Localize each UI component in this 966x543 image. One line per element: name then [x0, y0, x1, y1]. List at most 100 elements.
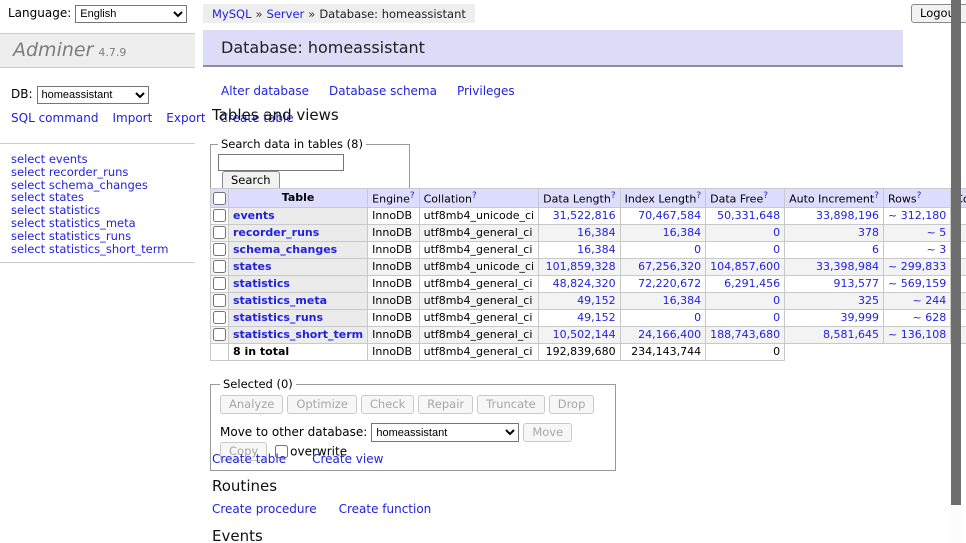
rows-value[interactable]: ~ 244 [912, 294, 946, 307]
truncate-button[interactable]: Truncate [477, 395, 545, 414]
check-button[interactable]: Check [361, 395, 414, 414]
row-checkbox[interactable] [213, 209, 226, 222]
routine-links-row: Create procedure Create function [212, 502, 453, 516]
rows-value[interactable]: ~ 3 [926, 243, 946, 256]
auto-increment-value[interactable]: 8,581,645 [823, 328, 879, 341]
analyze-button[interactable]: Analyze [220, 395, 283, 414]
move-button[interactable]: Move [523, 423, 572, 442]
auto-increment-value[interactable]: 39,999 [841, 311, 880, 324]
table-link-statistics_runs[interactable]: statistics_runs [233, 311, 323, 324]
create-table-link[interactable]: Create table [212, 452, 286, 466]
breadcrumb-server[interactable]: Server [267, 7, 305, 21]
data-free-value[interactable]: 0 [773, 311, 780, 324]
table-link-statistics_meta[interactable]: statistics_meta [233, 294, 327, 307]
index-length-value[interactable]: 0 [694, 311, 701, 324]
data-free-value[interactable]: 0 [773, 294, 780, 307]
table-link-recorder_runs[interactable]: recorder_runs [233, 226, 319, 239]
row-checkbox[interactable] [213, 328, 226, 341]
engine-cell: InnoDB [368, 275, 419, 292]
sidebar-action-export[interactable]: Export [166, 111, 205, 125]
sidebar-item-events[interactable]: select events [11, 153, 168, 166]
rows-value[interactable]: ~ 136,108 [888, 328, 946, 341]
row-checkbox[interactable] [213, 277, 226, 290]
column-help-link[interactable]: ? [472, 191, 477, 201]
subnav-database-schema[interactable]: Database schema [329, 84, 437, 98]
row-checkbox[interactable] [213, 294, 226, 307]
drop-button[interactable]: Drop [549, 395, 595, 414]
data-length-value[interactable]: 101,859,328 [546, 260, 616, 273]
row-checkbox[interactable] [213, 226, 226, 239]
table-link-schema_changes[interactable]: schema_changes [233, 243, 337, 256]
language-select[interactable]: English [75, 5, 187, 23]
index-length-value[interactable]: 24,166,400 [638, 328, 701, 341]
data-length-value[interactable]: 48,824,320 [553, 277, 616, 290]
breadcrumb: MySQL»Server»Database: homeassistant [203, 4, 475, 23]
search-input[interactable] [218, 154, 344, 171]
data-free-value[interactable]: 0 [773, 226, 780, 239]
data-length-value[interactable]: 10,502,144 [553, 328, 616, 341]
data-length-value[interactable]: 16,384 [577, 243, 616, 256]
sidebar-action-sql-command[interactable]: SQL command [11, 111, 98, 125]
index-length-value[interactable]: 70,467,584 [638, 209, 701, 222]
index-length-value[interactable]: 16,384 [663, 226, 702, 239]
scrollbar-thumb[interactable] [951, 0, 961, 505]
column-help-link[interactable]: ? [611, 191, 616, 201]
data-length-value[interactable]: 16,384 [577, 226, 616, 239]
auto-increment-value[interactable]: 33,898,196 [816, 209, 879, 222]
auto-increment-value[interactable]: 6 [872, 243, 879, 256]
column-help-link[interactable]: ? [874, 191, 879, 201]
subnav-alter-database[interactable]: Alter database [221, 84, 309, 98]
auto-increment-value[interactable]: 913,577 [834, 277, 880, 290]
rows-value[interactable]: ~ 312,180 [888, 209, 946, 222]
rows-value[interactable]: ~ 628 [912, 311, 946, 324]
data-free-value[interactable]: 6,291,456 [724, 277, 780, 290]
index-length-cell: 16,384 [620, 224, 706, 241]
table-link-events[interactable]: events [233, 209, 275, 222]
row-checkbox[interactable] [213, 243, 226, 256]
row-checkbox[interactable] [213, 260, 226, 273]
adminer-logo-link[interactable]: Adminer [13, 39, 93, 61]
subnav-privileges[interactable]: Privileges [457, 84, 515, 98]
data-free-cell: 50,331,648 [706, 207, 785, 224]
data-free-value[interactable]: 0 [773, 243, 780, 256]
sidebar-item-statistics_meta[interactable]: select statistics_meta [11, 217, 168, 230]
auto-increment-value[interactable]: 378 [858, 226, 879, 239]
data-free-value[interactable]: 104,857,600 [710, 260, 780, 273]
sidebar-action-import[interactable]: Import [112, 111, 152, 125]
sidebar-item-statistics_runs[interactable]: select statistics_runs [11, 230, 168, 243]
sidebar-item-statistics_short_term[interactable]: select statistics_short_term [11, 243, 168, 256]
rows-value[interactable]: ~ 299,833 [888, 260, 946, 273]
column-help-link[interactable]: ? [410, 191, 415, 201]
optimize-button[interactable]: Optimize [287, 395, 357, 414]
repair-button[interactable]: Repair [418, 395, 473, 414]
index-length-value[interactable]: 0 [694, 243, 701, 256]
rows-value[interactable]: ~ 569,159 [888, 277, 946, 290]
auto-increment-value[interactable]: 325 [858, 294, 879, 307]
table-link-statistics[interactable]: statistics [233, 277, 290, 290]
row-checkbox-cell [211, 258, 229, 275]
row-checkbox[interactable] [213, 311, 226, 324]
data-free-value[interactable]: 50,331,648 [717, 209, 780, 222]
move-database-select[interactable]: homeassistant [371, 423, 519, 442]
data-length-value[interactable]: 31,522,816 [553, 209, 616, 222]
data-length-value[interactable]: 49,152 [577, 294, 616, 307]
breadcrumb-mysql[interactable]: MySQL [212, 7, 252, 21]
index-length-value[interactable]: 72,220,672 [638, 277, 701, 290]
select-all-checkbox[interactable] [213, 192, 226, 205]
table-link-states[interactable]: states [233, 260, 272, 273]
data-free-value[interactable]: 188,743,680 [710, 328, 780, 341]
db-select[interactable]: homeassistant [37, 86, 149, 104]
column-help-link[interactable]: ? [696, 191, 701, 201]
table-link-statistics_short_term[interactable]: statistics_short_term [233, 328, 363, 341]
create-function-link[interactable]: Create function [339, 502, 432, 516]
data-length-value[interactable]: 49,152 [577, 311, 616, 324]
column-help-link[interactable]: ? [763, 191, 768, 201]
column-help-link[interactable]: ? [917, 191, 922, 201]
create-view-link[interactable]: Create view [312, 452, 383, 466]
index-length-value[interactable]: 16,384 [663, 294, 702, 307]
auto-increment-value[interactable]: 33,398,984 [816, 260, 879, 273]
sidebar-item-recorder_runs[interactable]: select recorder_runs [11, 166, 168, 179]
rows-value[interactable]: ~ 5 [926, 226, 946, 239]
index-length-value[interactable]: 67,256,320 [638, 260, 701, 273]
create-procedure-link[interactable]: Create procedure [212, 502, 317, 516]
